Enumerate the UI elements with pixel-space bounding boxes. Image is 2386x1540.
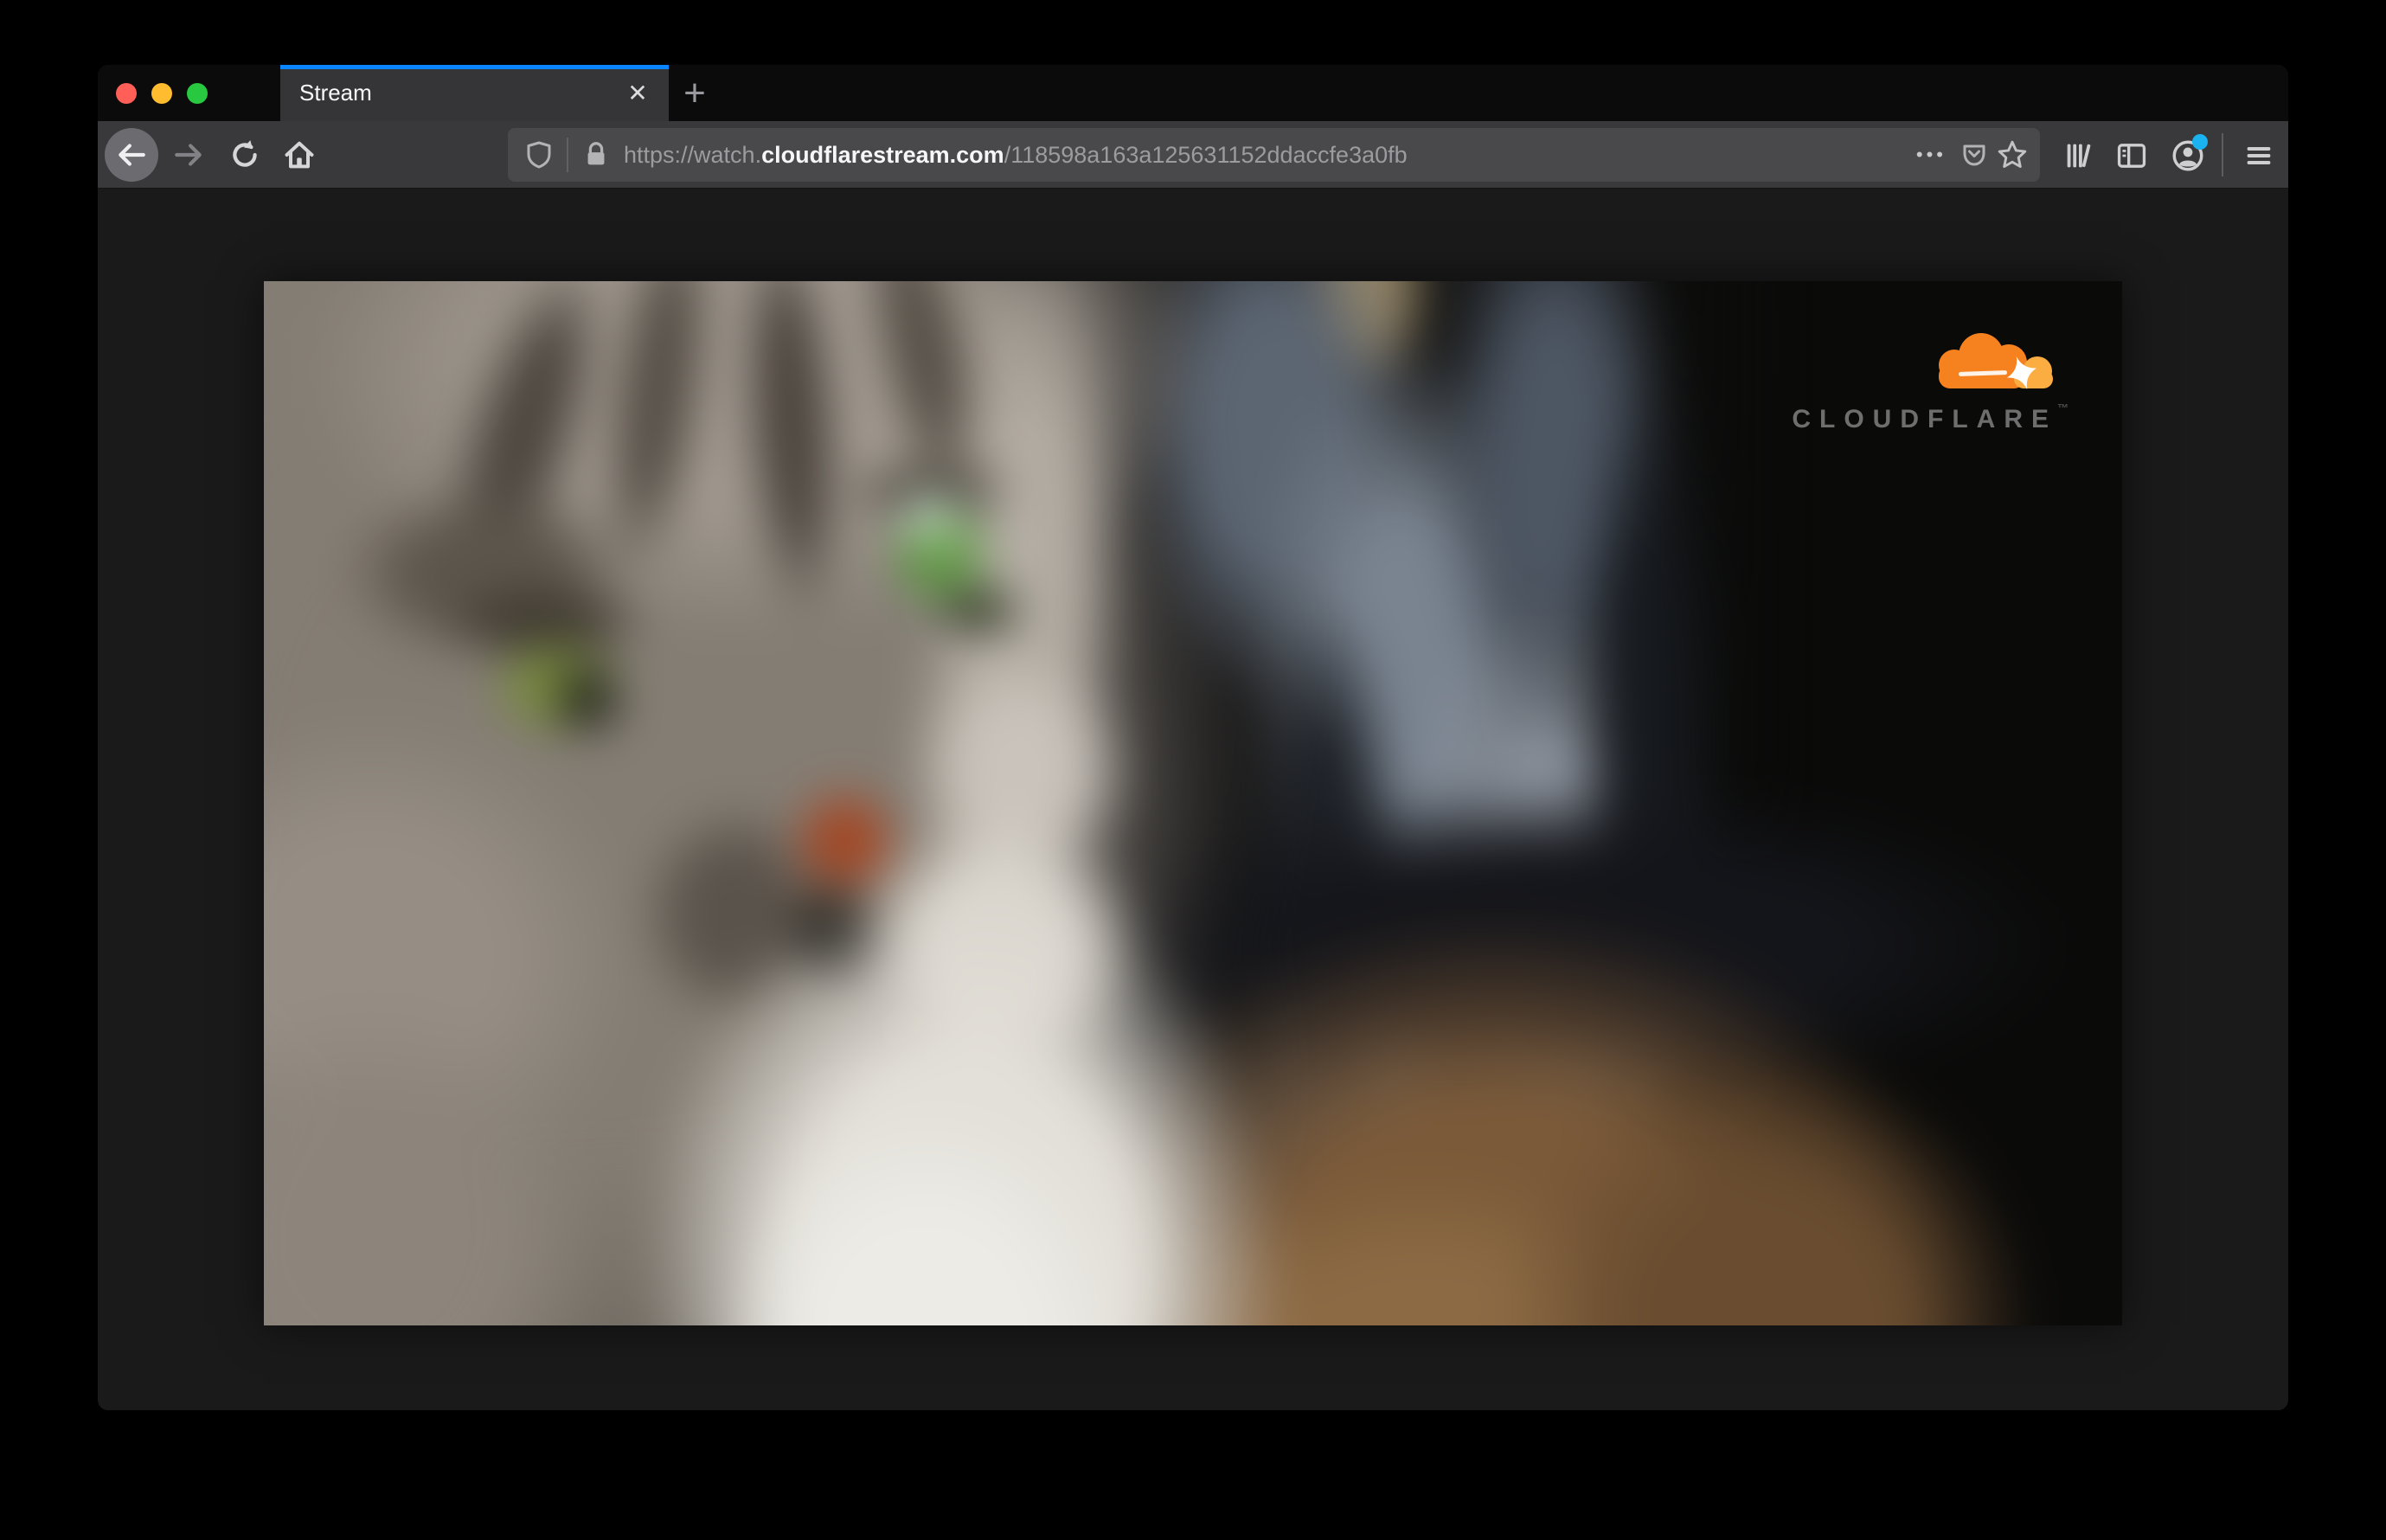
page-actions-icon[interactable]: ••• bbox=[1908, 144, 1955, 166]
sidebar-toggle-button[interactable] bbox=[2113, 137, 2151, 175]
reload-icon bbox=[228, 138, 261, 171]
url-text[interactable]: https://watch.cloudflarestream.com/11859… bbox=[624, 142, 1908, 169]
new-tab-button[interactable]: + bbox=[674, 72, 715, 114]
library-button[interactable] bbox=[2060, 137, 2098, 175]
url-scheme-host: https://watch. bbox=[624, 141, 762, 168]
tab-bar: Stream ✕ + bbox=[98, 65, 2288, 121]
zoom-window-button[interactable] bbox=[187, 83, 208, 104]
cloudflare-logo: CLOUDFLARE™ bbox=[1783, 328, 2069, 434]
back-button[interactable] bbox=[105, 128, 158, 182]
tracking-protection-shield-icon[interactable] bbox=[520, 136, 558, 174]
home-icon bbox=[282, 138, 317, 172]
cloudflare-cloud-icon bbox=[1926, 328, 2069, 392]
pocket-icon[interactable] bbox=[1955, 136, 1993, 174]
url-bar[interactable]: https://watch.cloudflarestream.com/11859… bbox=[508, 128, 2040, 182]
menu-button[interactable] bbox=[2240, 137, 2278, 175]
account-person-icon bbox=[2170, 134, 2208, 174]
urlbar-divider bbox=[567, 138, 568, 172]
tab-close-icon[interactable]: ✕ bbox=[620, 76, 655, 111]
sidebar-panel-icon bbox=[2114, 138, 2149, 173]
home-button[interactable] bbox=[281, 137, 317, 173]
hamburger-icon bbox=[2242, 138, 2276, 173]
minimize-window-button[interactable] bbox=[151, 83, 172, 104]
toolbar-separator bbox=[2222, 133, 2223, 176]
url-path: /118598a163a125631152ddaccfe3a0fb bbox=[1004, 141, 1408, 168]
navigation-toolbar: https://watch.cloudflarestream.com/11859… bbox=[98, 121, 2288, 189]
tab-stream[interactable]: Stream ✕ bbox=[280, 65, 669, 121]
cloudflare-wordmark: CLOUDFLARE™ bbox=[1792, 401, 2069, 433]
trademark-symbol: ™ bbox=[2057, 401, 2069, 414]
account-button[interactable] bbox=[2169, 134, 2208, 175]
page-content: CLOUDFLARE™ bbox=[98, 189, 2288, 1410]
library-books-icon bbox=[2062, 138, 2096, 173]
reload-button[interactable] bbox=[227, 137, 263, 173]
video-player[interactable]: CLOUDFLARE™ bbox=[264, 281, 2122, 1325]
arrow-right-icon bbox=[172, 138, 205, 171]
arrow-left-icon bbox=[115, 138, 148, 171]
url-domain: cloudflarestream.com bbox=[761, 141, 1004, 168]
forward-button[interactable] bbox=[170, 137, 207, 173]
bookmark-star-icon[interactable] bbox=[1993, 136, 2031, 174]
padlock-icon[interactable] bbox=[577, 136, 615, 174]
close-window-button[interactable] bbox=[116, 83, 137, 104]
account-notification-badge bbox=[2192, 134, 2208, 150]
browser-window: Stream ✕ + https://watch.cloudflarestrea… bbox=[98, 65, 2288, 1410]
tab-title: Stream bbox=[299, 80, 372, 106]
video-art bbox=[264, 281, 2122, 1325]
